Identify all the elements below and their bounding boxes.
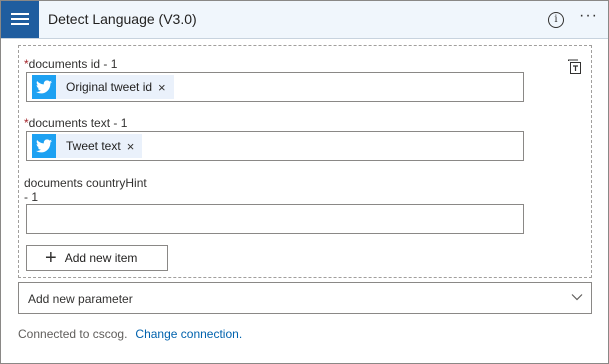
documents-text-label: *documents text - 1 [24, 116, 128, 130]
documents-countryhint-label: documents countryHint - 1 [24, 176, 147, 204]
parameters-panel: *documents id - 1 Original tweet id × *d… [18, 45, 592, 278]
chevron-down-icon [571, 294, 583, 301]
connection-footer: Connected to cscog. Change connection. [18, 327, 242, 341]
twitter-icon [32, 75, 56, 99]
documents-countryhint-input[interactable] [26, 204, 524, 234]
action-title[interactable]: Detect Language (V3.0) [48, 11, 197, 27]
action-icon [1, 1, 39, 38]
dynamic-content-token[interactable]: Tweet text × [32, 134, 143, 158]
switch-to-text-mode-icon[interactable] [567, 59, 583, 75]
twitter-icon [32, 134, 56, 158]
more-options-icon[interactable]: ··· [579, 7, 598, 25]
info-icon[interactable]: i [548, 12, 564, 28]
documents-id-label: *documents id - 1 [24, 57, 118, 71]
add-new-item-button[interactable]: + Add new item [26, 245, 168, 271]
connection-status-text: Connected to cscog. [18, 327, 128, 341]
documents-id-field[interactable]: Original tweet id × [26, 72, 524, 102]
dynamic-content-token[interactable]: Original tweet id × [32, 75, 174, 99]
plus-icon: + [45, 247, 57, 269]
change-connection-link[interactable]: Change connection. [135, 327, 242, 341]
token-label: Tweet text [66, 139, 121, 153]
documents-text-field[interactable]: Tweet text × [26, 131, 524, 161]
remove-token-icon[interactable]: × [158, 80, 174, 95]
token-label: Original tweet id [66, 80, 153, 94]
add-new-parameter-dropdown[interactable]: Add new parameter [18, 282, 592, 314]
action-card: Detect Language (V3.0) i ··· *documents … [0, 0, 609, 364]
remove-token-icon[interactable]: × [127, 139, 143, 154]
card-header[interactable]: Detect Language (V3.0) i ··· [1, 1, 608, 39]
